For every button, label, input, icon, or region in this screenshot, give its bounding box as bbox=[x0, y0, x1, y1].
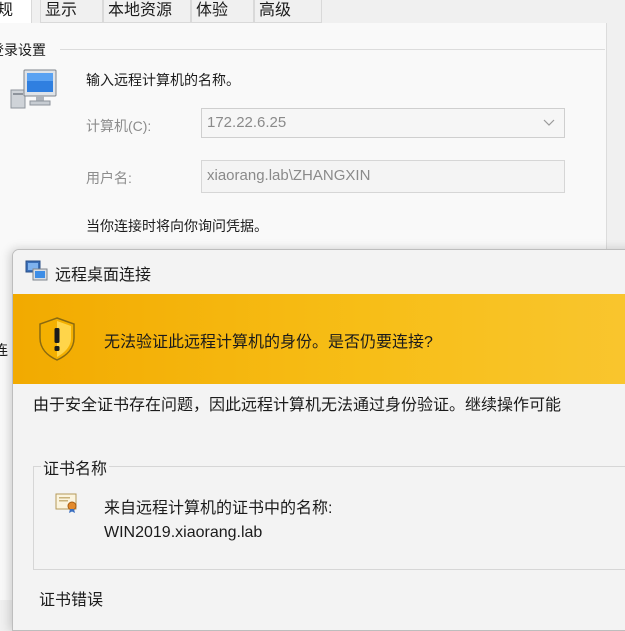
certificate-name-label: 证书名称 bbox=[41, 455, 110, 479]
dialog-titlebar[interactable]: 远程桌面连接 bbox=[13, 250, 625, 294]
tab-experience[interactable]: 体验 bbox=[191, 0, 254, 23]
username-value: xiaorang.lab\ZHANGXIN bbox=[207, 167, 371, 184]
partial-left-text: 连 bbox=[0, 342, 8, 358]
certificate-name-group bbox=[33, 466, 625, 570]
chevron-down-icon[interactable] bbox=[542, 115, 556, 129]
credential-note: 当你连接时将向你询问凭据。 bbox=[86, 218, 268, 234]
cert-name-value: WIN2019.xiaorang.lab bbox=[104, 524, 263, 541]
rdp-security-dialog: 远程桌面连接 无法验证此远程计算机的身份。是否仍要连接? 由于安全证书存在问题，… bbox=[12, 249, 625, 631]
computer-combobox[interactable]: 172.22.6.25 bbox=[201, 108, 565, 138]
computer-prompt: 输入远程计算机的名称。 bbox=[86, 72, 240, 88]
tab-general[interactable]: 规 bbox=[0, 0, 32, 24]
username-field[interactable]: xiaorang.lab\ZHANGXIN bbox=[201, 160, 565, 193]
cert-name-caption: 来自远程计算机的证书中的名称: bbox=[104, 500, 333, 517]
certificate-errors-label: 证书错误 bbox=[39, 592, 104, 609]
computer-value: 172.22.6.25 bbox=[207, 114, 287, 131]
remote-desktop-icon bbox=[25, 260, 48, 281]
group-divider bbox=[60, 49, 605, 50]
tab-local-resources[interactable]: 本地资源 bbox=[103, 0, 191, 23]
certificate-icon bbox=[55, 493, 77, 513]
tab-advanced[interactable]: 高级 bbox=[254, 0, 322, 23]
username-label: 用户名: bbox=[86, 170, 132, 186]
warning-description: 由于安全证书存在问题，因此远程计算机无法通过身份验证。继续操作可能 bbox=[33, 397, 562, 414]
dialog-title: 远程桌面连接 bbox=[55, 267, 152, 284]
computer-label: 计算机(C): bbox=[86, 118, 152, 134]
warning-message: 无法验证此远程计算机的身份。是否仍要连接? bbox=[104, 334, 433, 351]
tab-bar: 规 显示 本地资源 体验 高级 bbox=[0, 0, 625, 24]
tab-display[interactable]: 显示 bbox=[40, 0, 103, 23]
login-settings-label: 登录设置 bbox=[0, 40, 49, 60]
warning-banner: 无法验证此远程计算机的身份。是否仍要连接? bbox=[13, 294, 625, 384]
warning-shield-icon bbox=[39, 317, 75, 361]
computer-monitor-icon bbox=[10, 69, 57, 109]
